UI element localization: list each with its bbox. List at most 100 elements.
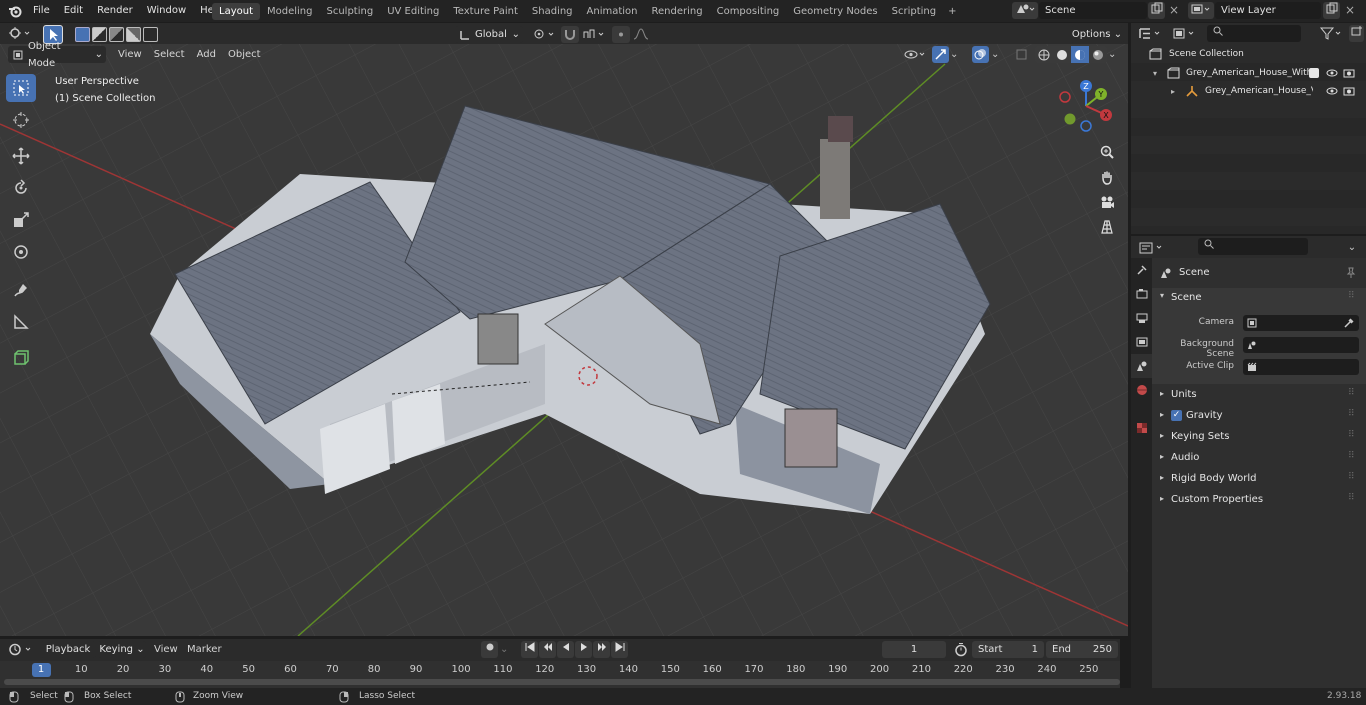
new-collection-button[interactable] bbox=[1349, 25, 1364, 42]
menu-window[interactable]: Window bbox=[140, 0, 193, 22]
move-tool[interactable] bbox=[6, 142, 36, 170]
drag-handle-icon[interactable]: ⠿ bbox=[1348, 291, 1355, 301]
filter-dropdown[interactable] bbox=[1318, 25, 1346, 42]
snap-target-dropdown[interactable] bbox=[580, 26, 608, 43]
menu-add[interactable]: Add bbox=[191, 46, 222, 63]
navigation-gizmo[interactable]: Z Y X bbox=[1058, 78, 1122, 138]
timeline-menu-marker[interactable]: Marker bbox=[187, 644, 222, 655]
scene-tab-icon[interactable] bbox=[1131, 354, 1152, 378]
checkbox-checked-icon[interactable] bbox=[1309, 68, 1319, 78]
output-tab-icon[interactable] bbox=[1131, 306, 1152, 330]
view-layer-tab-icon[interactable] bbox=[1131, 330, 1152, 354]
chevron-down-icon[interactable]: ⌄ bbox=[500, 641, 514, 658]
close-view-layer-icon[interactable]: × bbox=[1343, 2, 1357, 19]
measure-tool[interactable] bbox=[6, 308, 36, 336]
background-scene-field[interactable] bbox=[1243, 337, 1359, 353]
perspective-grid-icon[interactable] bbox=[1095, 215, 1119, 239]
menu-view[interactable]: View bbox=[112, 46, 148, 63]
tab-rendering[interactable]: Rendering bbox=[645, 3, 710, 20]
rendered-shading-icon[interactable] bbox=[1089, 46, 1107, 63]
pan-hand-icon[interactable] bbox=[1095, 165, 1119, 189]
visibility-dropdown[interactable] bbox=[902, 46, 928, 63]
scene-panel-header[interactable]: ▾ Scene ⠿ bbox=[1152, 288, 1366, 308]
view-layer-name-field[interactable]: View Layer bbox=[1215, 2, 1321, 19]
drag-handle-icon[interactable]: ⠿ bbox=[1348, 472, 1355, 482]
new-scene-button[interactable] bbox=[1148, 2, 1165, 19]
3d-viewport[interactable]: User Perspective (1) Scene Collection Z … bbox=[0, 44, 1128, 636]
jump-start-icon[interactable] bbox=[521, 641, 538, 658]
drag-handle-icon[interactable]: ⠿ bbox=[1348, 388, 1355, 398]
tab-sculpting[interactable]: Sculpting bbox=[320, 3, 381, 20]
tab-scripting[interactable]: Scripting bbox=[885, 3, 943, 20]
texture-tab-icon[interactable] bbox=[1131, 416, 1152, 440]
eyedropper-icon[interactable] bbox=[1344, 318, 1354, 328]
wireframe-shading-icon[interactable] bbox=[1035, 46, 1053, 63]
proportional-edit-toggle[interactable] bbox=[612, 26, 630, 43]
tab-uv-editing[interactable]: UV Editing bbox=[380, 3, 446, 20]
outliner-row-root[interactable]: Scene Collection bbox=[1131, 44, 1366, 65]
audio-panel-header[interactable]: ▸ Audio ⠿ bbox=[1152, 447, 1366, 468]
properties-editor-type-button[interactable] bbox=[1137, 239, 1167, 256]
chevron-down-icon[interactable]: ⌄ bbox=[991, 46, 1005, 63]
display-mode-button[interactable] bbox=[1171, 25, 1199, 42]
select-invert-icon[interactable] bbox=[126, 27, 141, 42]
annotate-tool[interactable] bbox=[6, 276, 36, 304]
options-dropdown[interactable]: Options ⌄ bbox=[1070, 26, 1124, 43]
outliner-search-input[interactable] bbox=[1207, 25, 1301, 42]
playback-menu[interactable]: Playback ⌄ bbox=[40, 641, 96, 672]
record-toggle[interactable] bbox=[481, 641, 498, 658]
scene-name-field[interactable]: Scene bbox=[1039, 2, 1147, 19]
chevron-down-icon[interactable]: ⌄ bbox=[1108, 46, 1122, 63]
add-workspace-button[interactable]: + bbox=[943, 3, 961, 20]
start-frame-field[interactable]: Start 1 bbox=[972, 641, 1044, 658]
select-intersect-icon[interactable] bbox=[143, 27, 158, 42]
chevron-down-icon[interactable]: ⌄ bbox=[950, 46, 964, 63]
preview-range-toggle[interactable] bbox=[952, 641, 970, 658]
tab-geometry-nodes[interactable]: Geometry Nodes bbox=[786, 3, 884, 20]
expand-right-icon[interactable]: ▸ bbox=[1171, 81, 1175, 102]
play-reverse-icon[interactable] bbox=[557, 641, 574, 658]
transform-tool[interactable] bbox=[6, 238, 36, 266]
eye-icon[interactable] bbox=[1326, 68, 1338, 78]
close-scene-icon[interactable]: × bbox=[1167, 2, 1181, 19]
material-shading-icon[interactable] bbox=[1071, 46, 1089, 63]
xray-toggle[interactable] bbox=[1013, 46, 1030, 63]
gizmo-toggle[interactable] bbox=[932, 46, 949, 63]
tab-texture-paint[interactable]: Texture Paint bbox=[446, 3, 525, 20]
timeline-editor-type-button[interactable] bbox=[6, 641, 36, 658]
tab-modeling[interactable]: Modeling bbox=[260, 3, 320, 20]
new-view-layer-button[interactable] bbox=[1323, 2, 1340, 19]
custom-properties-panel-header[interactable]: ▸ Custom Properties ⠿ bbox=[1152, 489, 1366, 510]
chevron-down-icon[interactable]: ⌄ bbox=[1343, 239, 1361, 256]
overlays-toggle[interactable] bbox=[972, 46, 989, 63]
select-box-tool[interactable] bbox=[6, 74, 36, 102]
end-frame-field[interactable]: End 250 bbox=[1046, 641, 1118, 658]
rotate-tool[interactable] bbox=[6, 174, 36, 202]
timeline-menu-view[interactable]: View bbox=[154, 644, 178, 655]
menu-edit[interactable]: Edit bbox=[57, 0, 90, 22]
timeline-ruler[interactable]: 1 10 20 30 40 50 60 70 80 90 100 110 120 130 140 150 160… bbox=[0, 661, 1128, 688]
properties-search-input[interactable] bbox=[1198, 238, 1308, 255]
blender-logo-icon[interactable] bbox=[8, 4, 22, 18]
camera-view-icon[interactable] bbox=[1095, 190, 1119, 214]
menu-render[interactable]: Render bbox=[90, 0, 140, 22]
drag-handle-icon[interactable]: ⠿ bbox=[1348, 451, 1355, 461]
transform-orientation-dropdown[interactable]: Global ⌄ bbox=[455, 26, 523, 43]
outliner-editor-type-button[interactable] bbox=[1137, 25, 1165, 42]
keying-menu[interactable]: Keying ⌄ bbox=[98, 641, 146, 658]
snap-toggle[interactable] bbox=[561, 26, 579, 43]
next-keyframe-icon[interactable] bbox=[593, 641, 610, 658]
pin-icon[interactable] bbox=[1345, 267, 1357, 279]
prev-keyframe-icon[interactable] bbox=[539, 641, 556, 658]
units-panel-header[interactable]: ▸ Units ⠿ bbox=[1152, 384, 1366, 405]
gravity-checkbox[interactable]: ✓ bbox=[1171, 410, 1182, 421]
mode-dropdown[interactable]: Object Mode ⌄ bbox=[8, 41, 106, 69]
tool-settings-tab-icon[interactable] bbox=[1131, 258, 1152, 282]
menu-select[interactable]: Select bbox=[148, 46, 191, 63]
camera-render-icon[interactable] bbox=[1343, 67, 1355, 79]
render-tab-icon[interactable] bbox=[1131, 282, 1152, 306]
drag-handle-icon[interactable]: ⠿ bbox=[1348, 409, 1355, 419]
gravity-panel-header[interactable]: ▸ ✓ Gravity ⠿ bbox=[1152, 405, 1366, 426]
select-subtract-icon[interactable] bbox=[109, 27, 124, 42]
outliner-row[interactable]: ▸ Grey_American_House_V bbox=[1131, 81, 1366, 102]
